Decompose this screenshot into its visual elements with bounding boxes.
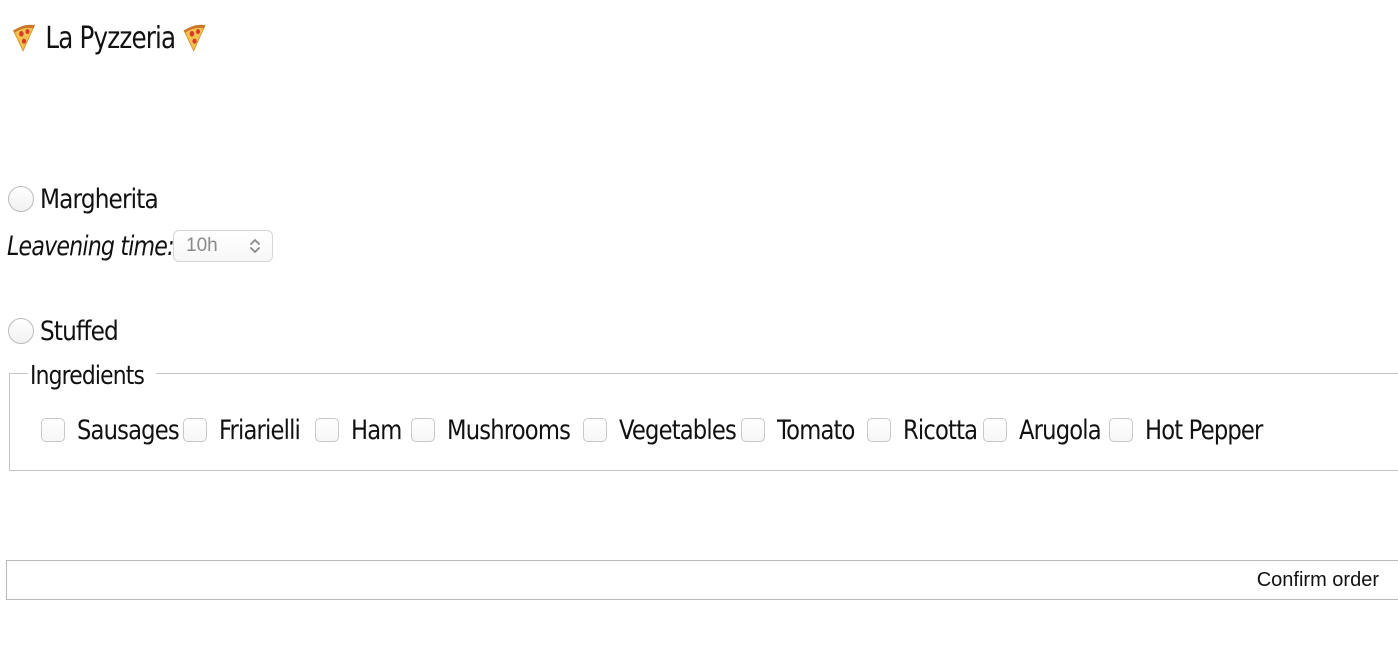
ingredients-list: Sausages Friarielli Ham Mushrooms Vegeta… [0,410,1398,450]
ingredient-label: Mushrooms [447,414,571,446]
leavening-label: Leavening time: [7,230,175,262]
ingredient-label: Arugola [1019,414,1102,446]
ingredient-checkbox[interactable] [867,418,891,442]
ingredient-tomato[interactable]: Tomato [741,410,869,450]
ingredient-checkbox[interactable] [983,418,1007,442]
confirm-order-button[interactable]: Confirm order [6,560,1398,600]
margherita-label: Margherita [40,183,159,215]
ingredients-legend-text: Ingredients [30,361,145,391]
page-title: La Pyzzeria [6,16,215,60]
ingredient-label: Hot Pepper [1145,414,1263,446]
leavening-row: Leavening time: 10h [7,226,273,266]
leavening-time-value: 10h [186,235,218,256]
pizza-slice-icon [183,24,207,52]
ingredient-checkbox[interactable] [315,418,339,442]
ingredient-mushrooms[interactable]: Mushrooms [411,410,594,450]
ingredient-checkbox[interactable] [183,418,207,442]
ingredient-label: Friarielli [219,414,301,446]
pizza-slice-icon [12,24,36,52]
ingredient-label: Ricotta [903,414,978,446]
ingredient-label: Tomato [777,414,855,446]
ingredients-legend: Ingredients [28,358,156,394]
margherita-radio[interactable] [8,186,34,212]
ingredient-checkbox[interactable] [1109,418,1133,442]
ingredient-label: Ham [351,414,402,446]
margherita-option[interactable]: Margherita [8,182,177,216]
ingredient-label: Sausages [77,414,180,446]
ingredient-arugola[interactable]: Arugola [983,410,1116,450]
ingredient-hot-pepper[interactable]: Hot Pepper [1109,410,1285,450]
stuffed-label: Stuffed [40,315,119,347]
ingredient-label: Vegetables [619,414,737,446]
chevron-updown-icon [250,239,260,253]
ingredient-checkbox[interactable] [41,418,65,442]
ingredient-checkbox[interactable] [583,418,607,442]
title-text: La Pyzzeria [45,20,176,56]
ingredient-ham[interactable]: Ham [315,410,411,450]
leavening-time-select[interactable]: 10h [173,230,273,262]
ingredient-ricotta[interactable]: Ricotta [867,410,991,450]
stuffed-radio[interactable] [8,318,34,344]
ingredient-friarielli[interactable]: Friarielli [183,410,315,450]
stuffed-option[interactable]: Stuffed [8,314,131,348]
ingredient-vegetables[interactable]: Vegetables [583,410,758,450]
ingredient-checkbox[interactable] [411,418,435,442]
ingredient-sausages[interactable]: Sausages [41,410,198,450]
ingredient-checkbox[interactable] [741,418,765,442]
